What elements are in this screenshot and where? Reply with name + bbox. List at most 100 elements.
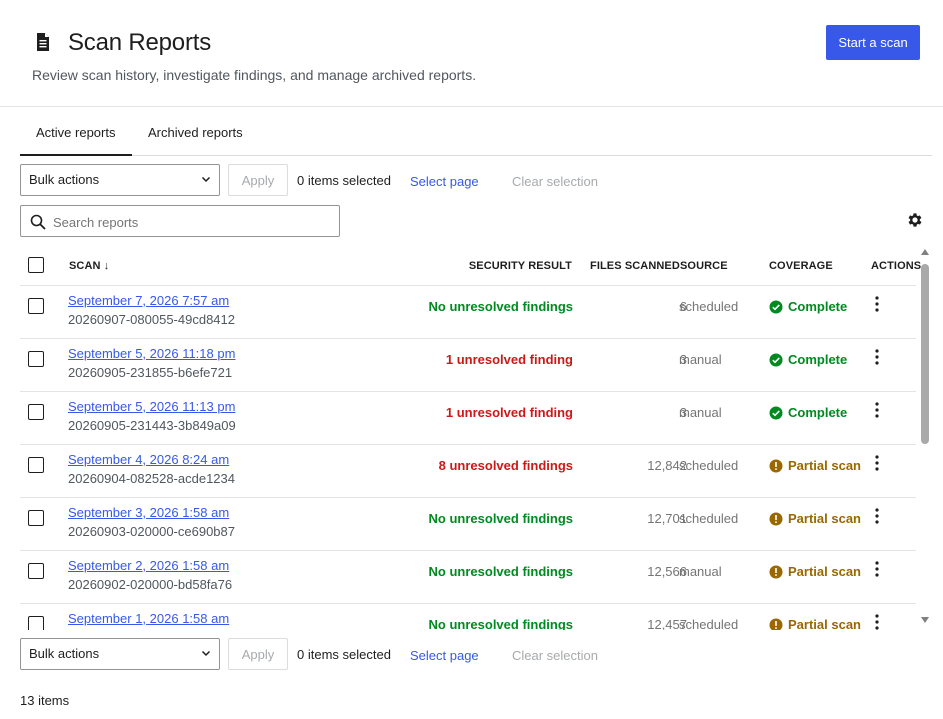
scroll-up-icon[interactable] <box>920 248 930 256</box>
table-scrollbar[interactable] <box>919 246 931 630</box>
more-actions-icon[interactable] <box>872 560 882 578</box>
apply-button[interactable]: Apply <box>228 638 288 670</box>
more-actions-icon[interactable] <box>872 507 882 525</box>
coverage-status: Partial scan <box>788 617 861 630</box>
column-coverage: Coverage <box>769 260 833 272</box>
scan-source: manual <box>679 564 722 579</box>
security-result: No unresolved findings <box>428 564 573 579</box>
coverage-status: Partial scan <box>788 564 861 579</box>
scan-source: scheduled <box>679 511 739 526</box>
apply-button[interactable]: Apply <box>228 164 288 196</box>
column-actions: Actions <box>871 260 922 272</box>
table-header: Scan ↓ Security result Files scanned Sou… <box>20 246 921 286</box>
row-checkbox[interactable] <box>28 298 44 314</box>
scan-id: 20260905-231855-b6efe721 <box>68 365 233 380</box>
table-row: September 5, 2026 11:18 pm 20260905-23185… <box>20 339 916 392</box>
gear-icon[interactable] <box>906 211 924 229</box>
warning-circle-icon <box>769 565 783 579</box>
security-result: 1 unresolved finding <box>445 405 573 420</box>
scan-id: 20260905-231443-3b849a09 <box>68 418 236 433</box>
bulk-actions-select[interactable]: Bulk actions <box>20 164 220 196</box>
coverage-status: Complete <box>788 299 848 314</box>
page-title: Scan Reports <box>68 29 212 56</box>
scan-id: 20260904-082528-acde1234 <box>68 471 235 486</box>
check-circle-icon <box>769 300 783 314</box>
security-result: 1 unresolved finding <box>445 352 573 367</box>
bulk-actions-bottom: Bulk actions Apply 0 items selected Sele… <box>20 638 720 670</box>
more-actions-icon[interactable] <box>872 348 882 366</box>
clear-selection-button[interactable]: Clear selection <box>512 648 598 663</box>
select-page-button[interactable]: Select page <box>410 648 479 663</box>
coverage-status: Complete <box>788 352 848 367</box>
warning-circle-icon <box>769 618 783 630</box>
search-field[interactable] <box>20 205 340 237</box>
table-row: September 5, 2026 11:13 pm 20260905-23144… <box>20 392 916 445</box>
scan-source: scheduled <box>679 458 739 473</box>
row-checkbox[interactable] <box>28 510 44 526</box>
start-scan-button[interactable]: Start a scan <box>826 25 920 60</box>
items-selected-count: 0 items selected <box>297 647 391 662</box>
security-result: No unresolved findings <box>428 299 573 314</box>
warning-circle-icon <box>769 512 783 526</box>
chevron-down-icon <box>201 176 211 183</box>
security-result: No unresolved findings <box>428 617 573 630</box>
column-security-result: Security result <box>468 260 572 272</box>
table-row: September 4, 2026 8:24 am 20260904-082528… <box>20 445 916 498</box>
column-scan[interactable]: Scan ↓ <box>69 260 109 272</box>
search-input[interactable] <box>53 212 333 232</box>
bulk-actions-top: Bulk actions Apply 0 items selected Sele… <box>20 164 720 196</box>
scan-id: 20260907-080055-49cd8412 <box>68 312 235 327</box>
check-circle-icon <box>769 353 783 367</box>
row-checkbox[interactable] <box>28 404 44 420</box>
scan-source: scheduled <box>679 617 739 630</box>
scan-date-link[interactable]: September 5, 2026 11:18 pm <box>68 346 235 361</box>
scan-date-link[interactable]: September 4, 2026 8:24 am <box>68 452 229 467</box>
column-source: Source <box>680 260 728 272</box>
more-actions-icon[interactable] <box>872 454 882 472</box>
scan-date-link[interactable]: September 3, 2026 1:58 am <box>68 505 229 520</box>
coverage-status: Partial scan <box>788 511 861 526</box>
select-page-button[interactable]: Select page <box>410 174 479 189</box>
report-tabs: Active reports Archived reports <box>20 115 932 156</box>
clear-selection-button[interactable]: Clear selection <box>512 174 598 189</box>
table-row: September 3, 2026 1:58 am 20260903-020000… <box>20 498 916 551</box>
reports-table: Scan ↓ Security result Files scanned Sou… <box>20 246 932 630</box>
row-checkbox[interactable] <box>28 616 44 630</box>
more-actions-icon[interactable] <box>872 401 882 419</box>
scan-id: 20260902-020000-bd58fa76 <box>68 577 233 592</box>
table-row: September 2, 2026 1:58 am 20260902-020000… <box>20 551 916 604</box>
chevron-down-icon <box>201 650 211 657</box>
row-checkbox[interactable] <box>28 457 44 473</box>
bulk-actions-select[interactable]: Bulk actions <box>20 638 220 670</box>
column-files-scanned: Files scanned <box>590 260 680 272</box>
search-icon <box>30 214 46 230</box>
scan-id: 20260903-020000-ce690b87 <box>68 524 235 539</box>
row-checkbox[interactable] <box>28 563 44 579</box>
scan-date-link[interactable]: September 2, 2026 1:58 am <box>68 558 229 573</box>
more-actions-icon[interactable] <box>872 613 882 630</box>
scrollbar-thumb[interactable] <box>921 264 929 444</box>
item-count: 13 items <box>20 693 70 708</box>
table-row: September 1, 2026 1:58 am No unresolved f… <box>20 604 916 630</box>
tab-active-reports[interactable]: Active reports <box>20 115 132 156</box>
scan-date-link[interactable]: September 1, 2026 1:58 am <box>68 611 229 626</box>
tab-archived-reports[interactable]: Archived reports <box>132 115 259 156</box>
table-row: September 7, 2026 7:57 am 20260907-080055… <box>20 286 916 339</box>
items-selected-count: 0 items selected <box>297 173 391 188</box>
row-checkbox[interactable] <box>28 351 44 367</box>
bulk-actions-value: Bulk actions <box>29 172 100 187</box>
more-actions-icon[interactable] <box>872 295 882 313</box>
scan-date-link[interactable]: September 5, 2026 11:13 pm <box>68 399 235 414</box>
scan-date-link[interactable]: September 7, 2026 7:57 am <box>68 293 229 308</box>
scan-source: manual <box>679 352 722 367</box>
scan-source: scheduled <box>679 299 739 314</box>
page-subtitle: Review scan history, investigate finding… <box>32 67 477 83</box>
coverage-status: Complete <box>788 405 848 420</box>
page-header: Scan Reports Review scan history, invest… <box>0 0 943 107</box>
check-circle-icon <box>769 406 783 420</box>
scroll-down-icon[interactable] <box>920 616 930 624</box>
bulk-actions-value: Bulk actions <box>29 646 100 661</box>
select-all-checkbox[interactable] <box>28 257 44 273</box>
warning-circle-icon <box>769 459 783 473</box>
security-result: No unresolved findings <box>428 511 573 526</box>
